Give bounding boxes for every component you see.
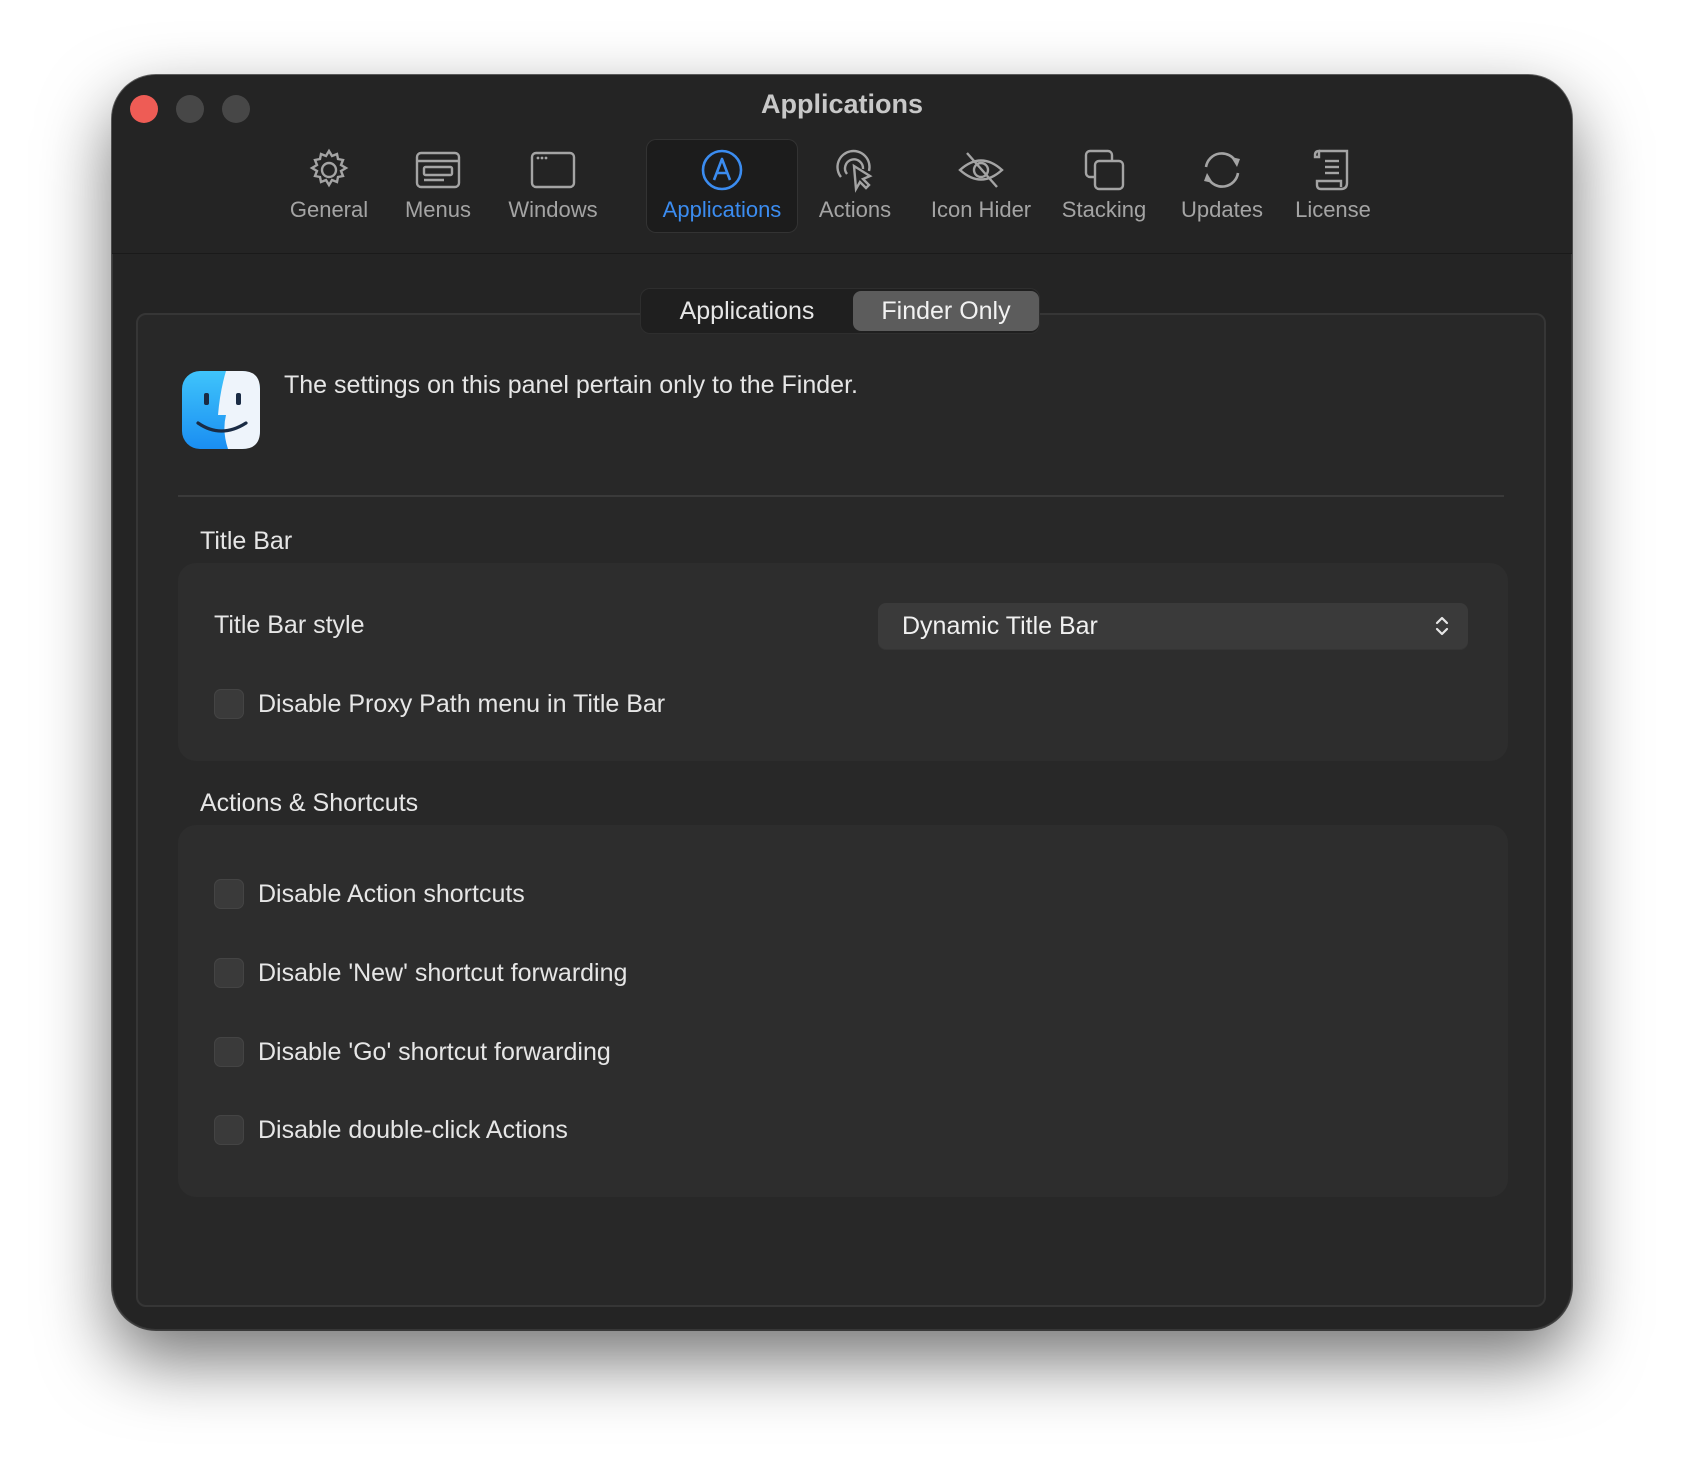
disable-action-shortcuts-checkbox[interactable]: Disable Action shortcuts [214, 879, 525, 909]
panel-description: The settings on this panel pertain only … [284, 371, 858, 399]
tab-icon-hider[interactable]: Icon Hider [920, 139, 1042, 233]
settings-window: Applications General Menus Windows Appli… [112, 75, 1572, 1330]
checkbox-label: Disable double-click Actions [258, 1115, 568, 1144]
checkbox-label: Disable Action shortcuts [258, 879, 525, 908]
tab-applications[interactable]: Applications [646, 139, 798, 233]
divider [178, 495, 1504, 497]
tab-updates[interactable]: Updates [1172, 139, 1272, 233]
cursor-click-icon [836, 149, 873, 193]
segment-finder-only[interactable]: Finder Only [853, 291, 1039, 331]
segment-applications[interactable]: Applications [643, 291, 851, 331]
title-bar-style-select[interactable]: Dynamic Title Bar [878, 603, 1468, 649]
disable-double-click-actions-checkbox[interactable]: Disable double-click Actions [214, 1115, 568, 1145]
title-bar-style-value: Dynamic Title Bar [902, 612, 1098, 640]
checkbox-label: Disable Proxy Path menu in Title Bar [258, 689, 666, 718]
tab-windows[interactable]: Windows [502, 139, 604, 233]
title-bar-group: Title Bar style Dynamic Title Bar Disabl… [178, 563, 1508, 761]
tab-actions[interactable]: Actions [810, 139, 900, 233]
checkbox-label: Disable 'Go' shortcut forwarding [258, 1037, 611, 1066]
window-title: Applications [760, 89, 923, 119]
eye-slash-icon [958, 152, 1004, 188]
toolbar: General Menus Windows Applications Actio… [112, 139, 1572, 239]
checkbox-label: Disable 'New' shortcut forwarding [258, 958, 628, 987]
tab-license[interactable]: License [1288, 139, 1378, 233]
stack-icon [1084, 149, 1125, 191]
actions-shortcuts-group: Disable Action shortcuts Disable 'New' s… [178, 825, 1508, 1197]
scroll-icon [1313, 149, 1349, 191]
panel-segmented-control: Applications Finder Only [640, 288, 1040, 334]
chevron-up-down-icon [1435, 616, 1449, 636]
title-bar: Applications General Menus Windows Appli… [112, 75, 1572, 254]
checkbox-box[interactable] [214, 879, 244, 909]
menu-bar-icon [415, 151, 461, 189]
checkbox-box[interactable] [214, 1115, 244, 1145]
window-icon [530, 151, 576, 189]
finder-icon [182, 371, 260, 449]
gear-icon [309, 148, 349, 188]
section-title-actions-shortcuts: Actions & Shortcuts [200, 789, 419, 817]
app-a-icon [701, 149, 743, 191]
tab-general[interactable]: General [282, 139, 376, 233]
checkbox-box[interactable] [214, 958, 244, 988]
disable-go-forwarding-checkbox[interactable]: Disable 'Go' shortcut forwarding [214, 1037, 611, 1067]
checkbox-box[interactable] [214, 689, 244, 719]
tab-menus[interactable]: Menus [396, 139, 480, 233]
checkbox-box[interactable] [214, 1037, 244, 1067]
tab-stacking[interactable]: Stacking [1054, 139, 1154, 233]
disable-new-forwarding-checkbox[interactable]: Disable 'New' shortcut forwarding [214, 958, 627, 988]
refresh-icon [1204, 152, 1240, 188]
section-title-title-bar: Title Bar [200, 527, 293, 555]
title-bar-style-label: Title Bar style [214, 611, 365, 639]
finder-settings-panel: The settings on this panel pertain only … [136, 313, 1546, 1307]
disable-proxy-path-checkbox[interactable]: Disable Proxy Path menu in Title Bar [214, 689, 665, 719]
